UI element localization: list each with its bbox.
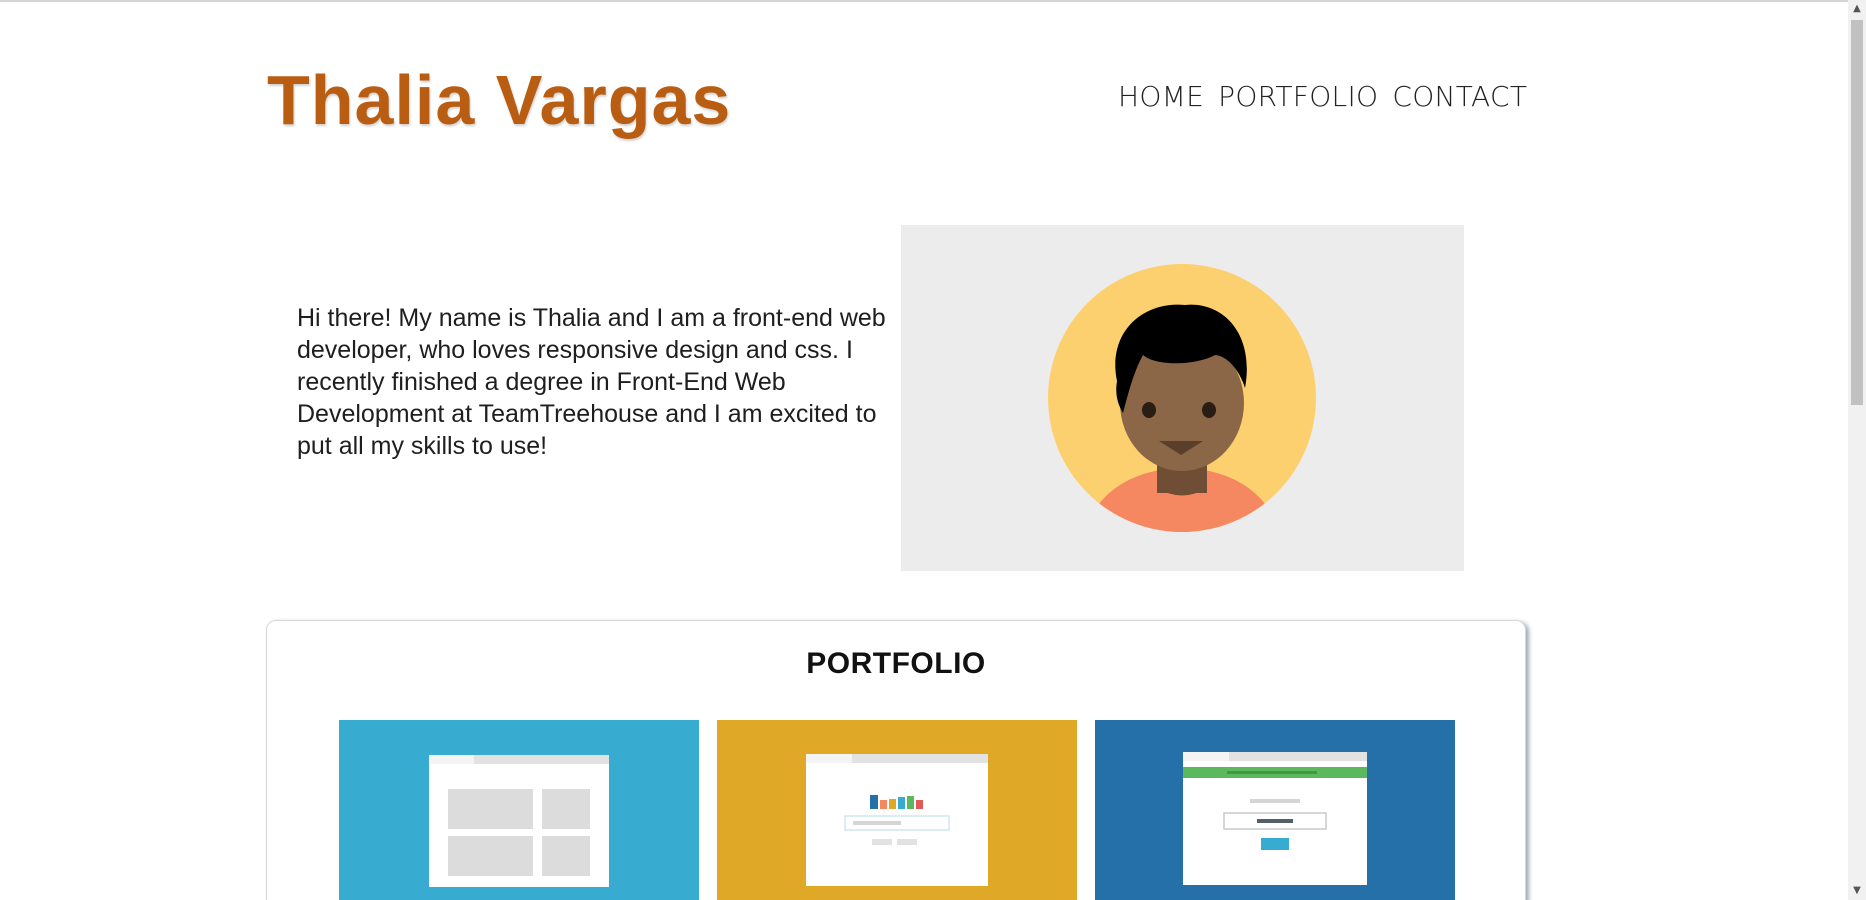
top-border: [0, 0, 1848, 2]
portfolio-tile-1[interactable]: [339, 720, 699, 900]
portfolio-tile-3[interactable]: [1095, 720, 1455, 900]
scrollbar-thumb[interactable]: [1851, 20, 1863, 405]
main-nav: HOME PORTFOLIO CONTACT: [1118, 80, 1527, 113]
intro-text: Hi there! My name is Thalia and I am a f…: [297, 304, 886, 460]
nav-portfolio-link[interactable]: PORTFOLIO: [1218, 80, 1378, 113]
nav-contact-link[interactable]: CONTACT: [1392, 80, 1527, 113]
chevron-down-icon[interactable]: ▼: [1848, 882, 1866, 900]
page-scrollbar[interactable]: ▲ ▼: [1848, 0, 1866, 900]
nav-home-link[interactable]: HOME: [1118, 80, 1204, 113]
avatar-panel: [901, 225, 1464, 571]
portfolio-card: PORTFOLIO: [266, 620, 1526, 900]
avatar-icon: [1048, 264, 1316, 532]
layout-mockup-icon: [429, 755, 609, 887]
login-form-mockup-icon: [1183, 752, 1367, 885]
site-title[interactable]: Thalia Vargas: [267, 60, 731, 140]
portfolio-heading: PORTFOLIO: [806, 647, 986, 680]
chart-form-mockup-icon: [806, 754, 988, 886]
chevron-up-icon[interactable]: ▲: [1848, 0, 1866, 18]
portfolio-tile-2[interactable]: [717, 720, 1077, 900]
